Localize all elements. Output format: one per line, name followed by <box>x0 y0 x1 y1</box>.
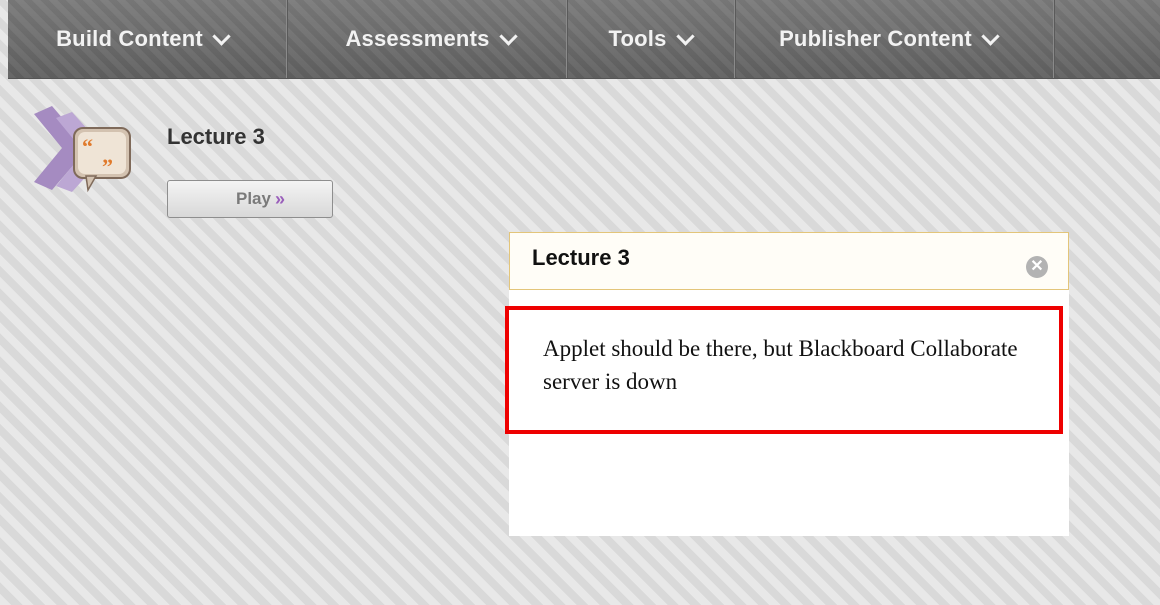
chevron-down-icon <box>212 26 231 46</box>
course-menu-bar: Build Content Assessments Tools Publishe… <box>8 0 1160 79</box>
tools-label: Tools <box>608 26 667 51</box>
build-content-menu[interactable]: Build Content <box>24 0 260 78</box>
double-chevron-right-icon: » <box>274 188 285 209</box>
svg-text:“: “ <box>82 134 93 159</box>
publisher-content-label: Publisher Content <box>779 26 972 51</box>
dialog-header: Lecture 3 ✕ <box>509 232 1069 290</box>
content-item-title[interactable]: Lecture 3 <box>167 124 265 150</box>
play-button[interactable]: Play » <box>167 180 333 218</box>
menu-separator <box>1053 0 1054 78</box>
menu-separator <box>566 0 567 78</box>
collaborate-session-icon: “ ” <box>32 104 136 200</box>
chevron-down-icon <box>675 26 695 46</box>
close-icon[interactable]: ✕ <box>1026 256 1048 278</box>
assessments-menu[interactable]: Assessments <box>300 0 560 78</box>
chevron-down-icon <box>498 26 518 46</box>
play-label: Play <box>236 189 271 208</box>
menu-separator <box>286 0 287 78</box>
build-content-label: Build Content <box>56 26 203 51</box>
applet-placeholder-highlight: Applet should be there, but Blackboard C… <box>505 306 1063 434</box>
assessments-label: Assessments <box>345 26 490 51</box>
dialog-title: Lecture 3 <box>532 245 630 270</box>
session-dialog: Lecture 3 ✕ Applet should be there, but … <box>505 232 1069 536</box>
tools-menu[interactable]: Tools <box>570 0 730 78</box>
menu-separator <box>734 0 735 78</box>
publisher-content-menu[interactable]: Publisher Content <box>738 0 1038 78</box>
svg-text:”: ” <box>102 154 113 179</box>
chevron-down-icon <box>981 26 1000 46</box>
applet-message: Applet should be there, but Blackboard C… <box>543 336 1018 394</box>
